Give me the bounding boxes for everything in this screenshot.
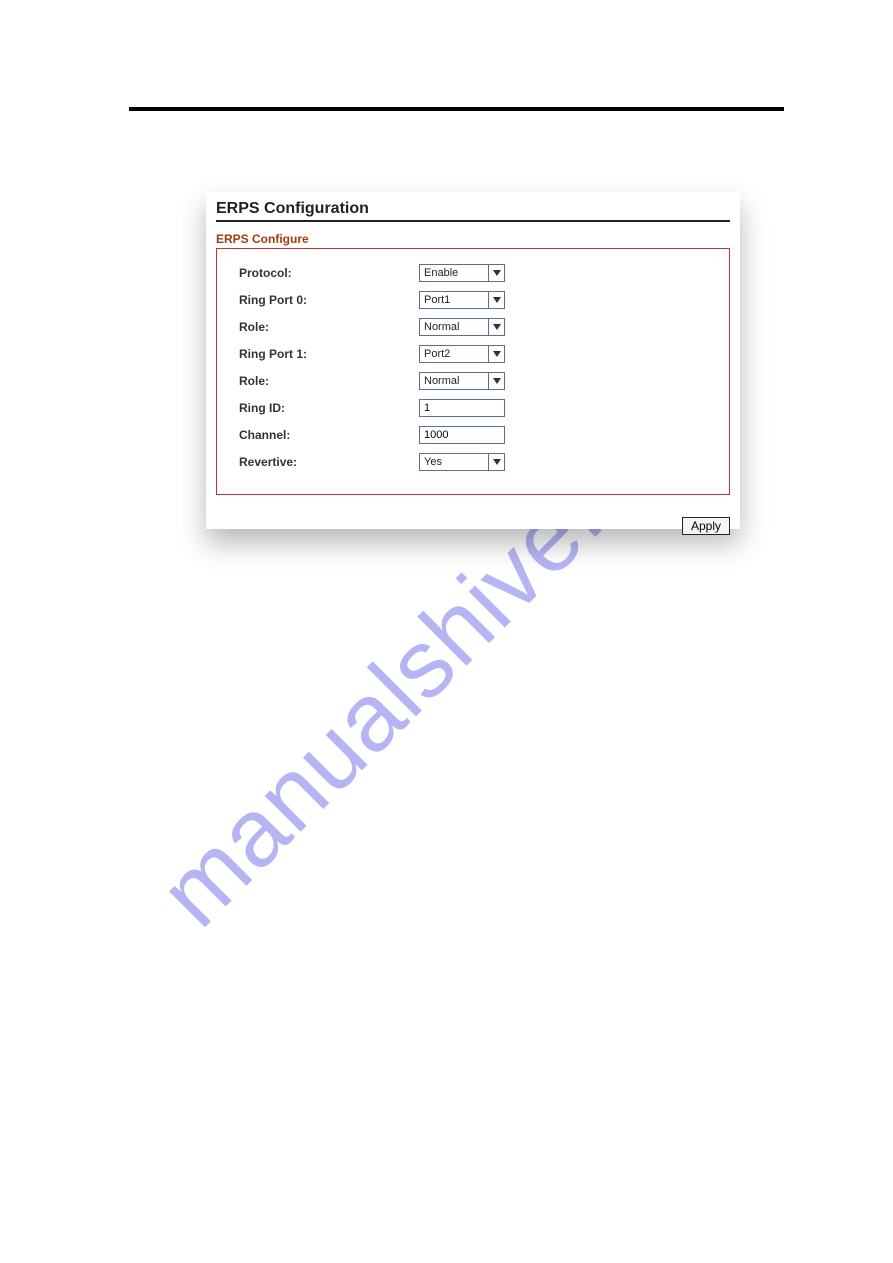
select-protocol-value: Enable (424, 267, 458, 279)
chevron-down-icon (488, 373, 504, 389)
select-protocol[interactable]: Enable (419, 264, 505, 282)
chevron-down-icon (488, 346, 504, 362)
chevron-down-icon (488, 265, 504, 281)
row-role-1: Role: Normal (239, 368, 707, 394)
select-ring-port-1-value: Port2 (424, 348, 450, 360)
chevron-down-icon (488, 319, 504, 335)
select-ring-port-1[interactable]: Port2 (419, 345, 505, 363)
row-ring-port-0: Ring Port 0: Port1 (239, 287, 707, 313)
select-role-1[interactable]: Normal (419, 372, 505, 390)
page-title: ERPS Configuration (216, 200, 730, 222)
apply-button[interactable]: Apply (682, 517, 730, 535)
select-revertive-value: Yes (424, 456, 442, 468)
select-ring-port-0-value: Port1 (424, 294, 450, 306)
horizontal-rule (129, 107, 784, 111)
page: manualshive.com ERPS Configuration ERPS … (0, 0, 893, 1263)
row-ring-id: Ring ID: (239, 395, 707, 421)
label-channel: Channel: (239, 428, 419, 442)
input-ring-id[interactable] (419, 399, 505, 417)
chevron-down-icon (488, 292, 504, 308)
label-protocol: Protocol: (239, 266, 419, 280)
select-revertive[interactable]: Yes (419, 453, 505, 471)
row-role-0: Role: Normal (239, 314, 707, 340)
section-subtitle: ERPS Configure (216, 232, 730, 246)
label-role-0: Role: (239, 320, 419, 334)
label-ring-id: Ring ID: (239, 401, 419, 415)
chevron-down-icon (488, 454, 504, 470)
select-role-1-value: Normal (424, 375, 459, 387)
label-ring-port-0: Ring Port 0: (239, 293, 419, 307)
apply-row: Apply (216, 517, 730, 535)
erps-config-screenshot: ERPS Configuration ERPS Configure Protoc… (206, 192, 740, 529)
input-channel[interactable] (419, 426, 505, 444)
select-role-0-value: Normal (424, 321, 459, 333)
select-ring-port-0[interactable]: Port1 (419, 291, 505, 309)
row-channel: Channel: (239, 422, 707, 448)
row-revertive: Revertive: Yes (239, 449, 707, 475)
row-protocol: Protocol: Enable (239, 260, 707, 286)
config-panel: Protocol: Enable Ring Port 0: Port1 (216, 248, 730, 495)
label-ring-port-1: Ring Port 1: (239, 347, 419, 361)
label-role-1: Role: (239, 374, 419, 388)
row-ring-port-1: Ring Port 1: Port2 (239, 341, 707, 367)
label-revertive: Revertive: (239, 455, 419, 469)
select-role-0[interactable]: Normal (419, 318, 505, 336)
